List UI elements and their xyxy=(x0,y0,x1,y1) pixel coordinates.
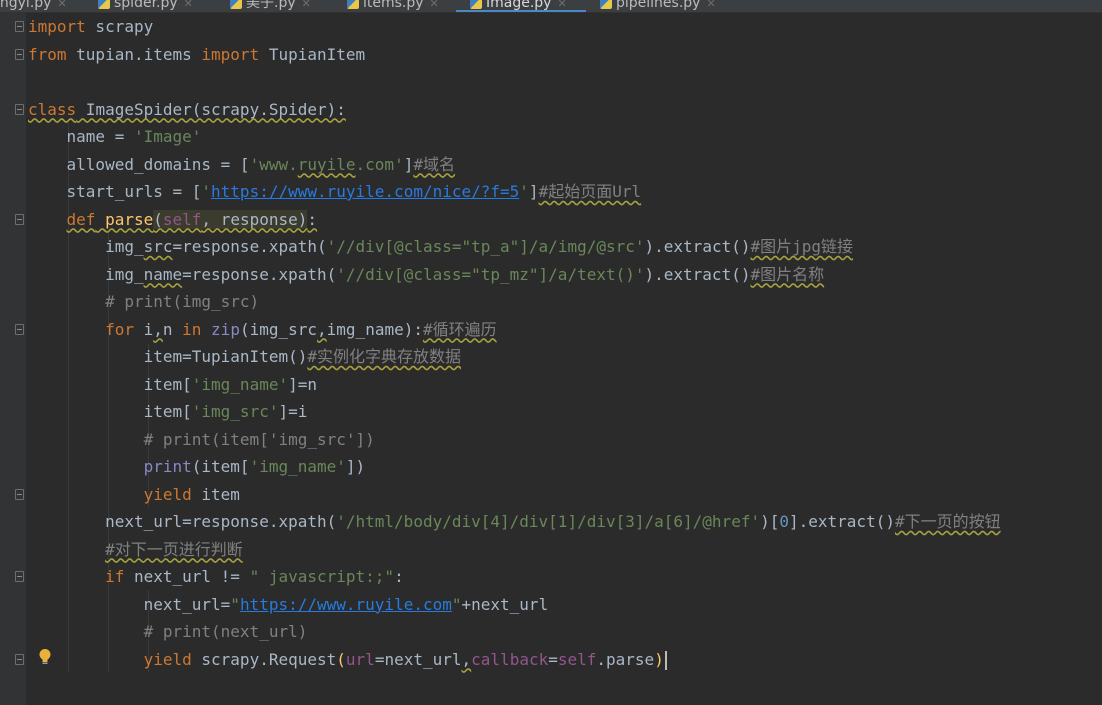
code-token: #循环遍历 xyxy=(422,319,497,339)
code-token: '//div[@class="tp_a"]/a/img/@src' xyxy=(326,237,645,256)
code-token: yield xyxy=(143,649,192,669)
code-line-21: if next_url != " javascript:;": xyxy=(105,567,404,586)
code-line-19: next_url=response.xpath('/html/body/div[… xyxy=(28,512,1001,531)
code-line-15: item['img_src']=i xyxy=(28,402,308,421)
code-token: #下一页的按钮 xyxy=(894,512,1001,531)
code-token: for xyxy=(105,319,134,339)
code-line-16: # print(item['img_src']) xyxy=(28,426,375,453)
code-line-6: allowed_domains = ['www.ruyile.com']#域名 xyxy=(28,154,455,174)
code-line-23: # print(next_url) xyxy=(28,618,308,645)
fold-marker-icon[interactable] xyxy=(15,571,24,582)
code-token: in xyxy=(182,319,202,339)
fold-marker-icon[interactable] xyxy=(15,324,24,335)
code-token: # print(img_src) xyxy=(105,292,260,311)
code-token: 'img_name' xyxy=(249,457,346,476)
code-line-8: def parse(self, response): xyxy=(28,206,317,233)
python-file-icon xyxy=(98,0,110,9)
code-token: 'Image' xyxy=(133,127,202,146)
fold-marker-icon[interactable] xyxy=(15,49,24,60)
code-token: import xyxy=(201,44,260,64)
code-line-4: class ImageSpider(scrapy.Spider): xyxy=(28,96,346,123)
code-line-18: yield item xyxy=(143,484,240,504)
code-line-13: item=TupianItem()#实例化字典存放数据 xyxy=(28,347,461,366)
python-file-icon xyxy=(600,0,612,9)
code-line-20: #对下一页进行判断 xyxy=(28,536,243,563)
code-token: # print(next_url) xyxy=(143,622,308,641)
tab-label: items.py xyxy=(363,0,424,11)
code-line-11: # print(img_src) xyxy=(28,288,259,315)
code-token: #对下一页进行判断 xyxy=(105,539,243,559)
code-line-5: name = 'Image' xyxy=(28,127,202,146)
code-line-7: start_urls = ['https://www.ruyile.com/ni… xyxy=(28,182,642,201)
code-token: " javascript:;" xyxy=(249,567,395,586)
close-icon[interactable]: ✕ xyxy=(706,0,715,10)
fold-marker-icon[interactable] xyxy=(15,21,24,32)
code-line-17: print(item['img_name']) xyxy=(143,457,366,476)
tab-2[interactable]: 美子.py ✕ xyxy=(230,0,311,12)
code-token: 'img_src' xyxy=(191,402,279,421)
fold-marker-icon[interactable] xyxy=(15,654,24,665)
close-icon[interactable]: ✕ xyxy=(57,0,66,10)
text-caret xyxy=(664,650,667,670)
python-file-icon xyxy=(347,0,359,9)
code-token: 'https://www.ruyile.com/nice/?f=5' xyxy=(201,182,529,201)
close-icon[interactable]: ✕ xyxy=(184,0,193,10)
tab-3[interactable]: items.py ✕ xyxy=(347,0,439,12)
code-token: 0 xyxy=(779,512,789,531)
tab-label: pipelines.py xyxy=(616,0,701,11)
code-token: 'img_name' xyxy=(191,374,289,394)
tab-label: 美子.py xyxy=(246,0,296,11)
code-token: class ImageSpider(scrapy.Spider): xyxy=(28,99,346,119)
code-token: "https://www.ruyile.com" xyxy=(230,594,462,614)
code-line-2: from tupian.items import TupianItem xyxy=(28,44,366,64)
code-token: 'www.ruyile.com' xyxy=(249,154,404,174)
close-icon[interactable]: ✕ xyxy=(557,0,566,10)
code-token: #域名 xyxy=(413,154,455,174)
code-token: '/html/body/div[4]/div[1]/div[3]/a[6]/@h… xyxy=(336,512,761,531)
code-token: #图片jpg链接 xyxy=(750,237,854,256)
close-icon[interactable]: ✕ xyxy=(430,0,439,10)
tab-5[interactable]: pipelines.py ✕ xyxy=(600,0,716,12)
code-token: yield xyxy=(143,484,192,504)
code-line-22: next_url="https://www.ruyile.com"+next_u… xyxy=(28,594,549,614)
fold-marker-icon[interactable] xyxy=(15,214,24,225)
code-token: if xyxy=(105,567,125,586)
code-token: import xyxy=(28,17,86,36)
code-token: #起始页面Url xyxy=(538,182,642,201)
tab-label: spider.py xyxy=(114,0,178,11)
code-token: zip xyxy=(211,319,240,339)
fold-marker-icon[interactable] xyxy=(15,104,24,115)
python-file-icon xyxy=(230,0,242,9)
code-line-14: item['img_name']=n xyxy=(28,374,317,394)
code-line-12: for i,n in zip(img_src,img_name):#循环遍历 xyxy=(105,319,497,339)
code-token: print xyxy=(143,457,192,476)
editor-tab-bar: ingyi.py ✕ spider.py ✕ 美子.py ✕ items.py ✕ Im… xyxy=(0,0,1102,13)
code-token: #图片名称 xyxy=(750,264,825,284)
python-file-icon xyxy=(470,0,482,9)
code-token: # print(item['img_src']) xyxy=(143,429,375,449)
code-token: def parse(self, response): xyxy=(66,209,318,229)
code-token: #实例化字典存放数据 xyxy=(307,347,461,366)
active-tab-indicator xyxy=(456,10,586,12)
code-line-10: img_name=response.xpath('//div[@class="t… xyxy=(28,264,825,284)
tab-label: ingyi.py xyxy=(0,0,52,11)
tab-1[interactable]: spider.py ✕ xyxy=(98,0,193,12)
code-token: '//div[@class="tp_mz"]/a/text()' xyxy=(336,264,645,284)
code-token: from xyxy=(28,44,67,64)
close-icon[interactable]: ✕ xyxy=(302,0,311,10)
code-line-1: import scrapy xyxy=(28,17,154,36)
editor-gutter[interactable] xyxy=(0,13,26,705)
code-line-9: img_src=response.xpath('//div[@class="tp… xyxy=(28,237,854,256)
fold-marker-icon[interactable] xyxy=(15,489,24,500)
tab-0[interactable]: ingyi.py ✕ xyxy=(0,0,67,12)
code-line-24: yield scrapy.Request(url=next_url,callba… xyxy=(28,646,667,673)
